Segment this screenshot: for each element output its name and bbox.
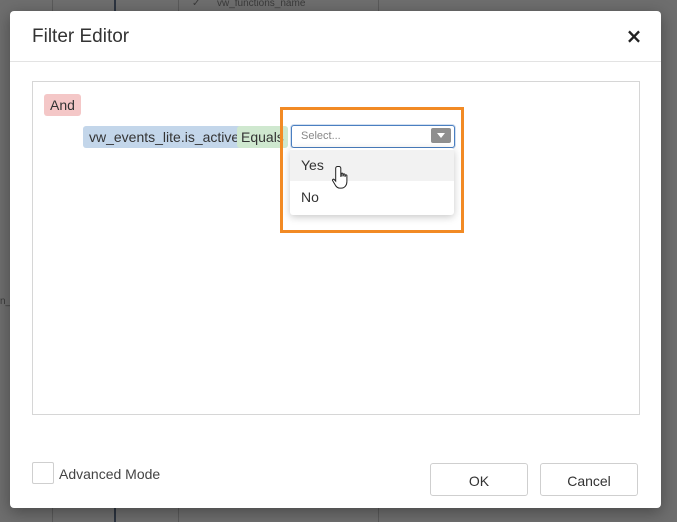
highlight-box bbox=[280, 107, 464, 233]
close-button[interactable]: × bbox=[623, 25, 645, 47]
group-operator-and[interactable]: And bbox=[44, 94, 81, 116]
hand-pointer-icon bbox=[332, 166, 348, 189]
background-column-name: vw_functions_name bbox=[217, 0, 306, 9]
cancel-button[interactable]: Cancel bbox=[540, 463, 638, 496]
dialog-title: Filter Editor bbox=[32, 26, 130, 47]
advanced-mode-checkbox[interactable] bbox=[32, 462, 54, 484]
ok-button[interactable]: OK bbox=[430, 463, 528, 496]
advanced-mode-label: Advanced Mode bbox=[59, 466, 161, 482]
background-check-icon: ✓ bbox=[192, 0, 201, 9]
condition-field[interactable]: vw_events_lite.is_active bbox=[83, 126, 246, 148]
filter-editor-dialog: Filter Editor × And vw_events_lite.is_ac… bbox=[10, 11, 661, 508]
title-divider bbox=[10, 61, 661, 62]
